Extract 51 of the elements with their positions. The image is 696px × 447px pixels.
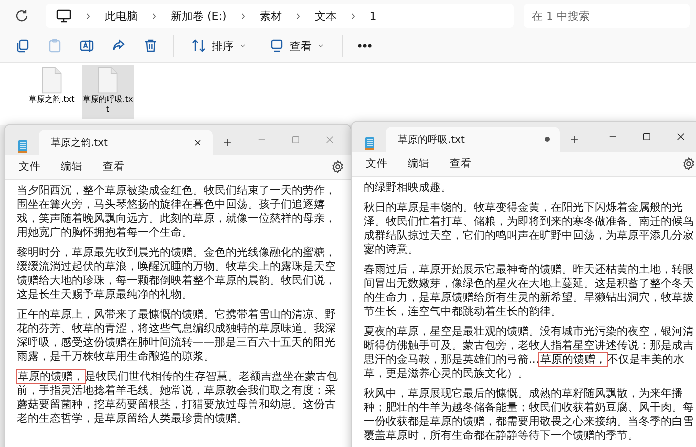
menu-item[interactable]: 编辑 — [400, 154, 438, 174]
document-icon — [97, 67, 119, 94]
refresh-icon — [14, 8, 30, 24]
paragraph-text: 当夕阳西沉，整个草原被染成金红色。牧民们结束了一天的劳作，围坐在篝火旁，马头琴悠扬的旋律在暮色中回荡。孩子们追逐嬉戏，笑声随着晚风飘向远方。此刻的草原，就像一位慈祥的母亲，用她宽广的胸怀拥抱着每一个生命。 — [17, 184, 337, 240]
text-editor-area[interactable] — [352, 177, 696, 447]
menu-item[interactable]: 文件 — [358, 154, 396, 174]
breadcrumb-item[interactable]: 新加卷 (E:) — [171, 8, 227, 24]
document-tab[interactable]: 草原的呼吸.txt — [386, 127, 560, 152]
file-item[interactable]: 草原的呼吸.txt — [82, 65, 134, 119]
address-bar[interactable]: 此电脑 新加卷 (E:) 素材 文本 1 — [46, 4, 514, 28]
close-icon — [676, 132, 686, 142]
paragraph-text: 草原的馈赠，是牧民们世代相传的生存智慧。老额吉盘坐在蒙古包前，手指灵活地捻着羊毛线。她常说，草原教会我们取之有度：采蘑菇要留菌种，挖草药要留根茎，打猎要放过母兽和幼崽。这份古老的生态哲学，是草原留给人类最珍贵的馈赠。 — [17, 370, 339, 426]
settings-icon — [682, 157, 696, 171]
search-field[interactable]: 在 1 中搜索 — [524, 4, 690, 28]
file-item[interactable]: 草原之韵.txt — [26, 65, 78, 119]
paragraph-text: 秋日的草原是丰饶的。牧草变得金黄，在阳光下闪烁着金属般的光泽。牧民们忙着打草、储粮，为即将到来的寒冬做准备。南迁的候鸟成群结队掠过天空，它们的鸣叫声在旷野中回荡，为草原平添几分寂寥的诗意。 — [364, 201, 694, 257]
breadcrumb-item[interactable]: 素材 — [260, 8, 282, 24]
plus-icon — [568, 134, 580, 145]
search-highlight: 草原的馈赠， — [17, 370, 85, 383]
breadcrumb-item[interactable]: 1 — [370, 10, 377, 22]
rename-icon — [79, 38, 95, 54]
maximize-icon — [291, 135, 301, 145]
paragraph-text: 黎明时分，草原最先收到晨光的馈赠。金色的光线像融化的蜜糖，缓缓流淌过起伏的草浪，唤醒沉睡的万物。牧草尖上的露珠是天空馈赠给大地的珍珠，每一颗都倒映着整个草原的晨韵。牧民们说，这是长生天赐予草原最纯净的礼物。 — [17, 246, 337, 302]
settings-button[interactable] — [682, 157, 696, 171]
paragraph-text: 正午的草原上，风带来了最慷慨的馈赠。它携带着雪山的清凉、野花的芬芳、牧草的青涩，将这些气息编织成独特的草原味道。我深深呼吸，感受这份馈赠在肺叶间流转——那是三百六十五天的阳光雨露，是千万株牧草用生命酿造的琼浆。 — [17, 308, 337, 364]
view-menu-button[interactable]: 查看 — [261, 34, 333, 58]
menu-item[interactable]: 查看 — [442, 154, 480, 174]
breadcrumb-item[interactable]: 文本 — [314, 8, 337, 24]
trash-icon — [143, 38, 159, 54]
computer-icon — [56, 8, 72, 24]
paragraph-text: 的绿野相映成趣。 — [364, 181, 453, 195]
chevron-icon — [150, 12, 159, 20]
maximize-icon — [642, 132, 652, 142]
close-icon — [325, 135, 335, 145]
chevron-icon — [84, 12, 93, 20]
document-icon — [41, 67, 63, 94]
breadcrumb-item[interactable]: 此电脑 — [105, 8, 138, 24]
close-icon — [193, 138, 203, 148]
paragraph-text: 秋风中，草原展现它最后的慷慨。成熟的草籽随风飘散，为来年播种；肥壮的牛羊为越冬储备能量；牧民们收获着奶豆腐、风干肉。每一份收获都是草原的馈赠，都需要用敬畏之心来接纳。当冬季的白雪覆盖草原时，所有生命都在静静等待下一个馈赠的季节。 — [364, 387, 694, 443]
copy-icon — [15, 38, 31, 54]
sort-menu-button[interactable]: 排序 — [183, 34, 255, 58]
settings-icon — [331, 160, 345, 174]
plus-icon — [222, 137, 232, 148]
monitor-icon — [269, 38, 285, 54]
sort-icon — [191, 38, 207, 54]
caret-icon — [239, 42, 247, 50]
clipboard-icon — [47, 38, 63, 54]
paragraph-text: 春雨过后，草原开始展示它最神奇的馈赠。昨天还枯黄的土地，转眼间冒出无数嫩芽，像绿色的星火在大地上蔓延。这是积蓄了整个冬天的生命力，是草原馈赠给所有生灵的新希望。旱獭钻出洞穴，牧草拔节生长，连空气中都跳动着生长的韵律。 — [364, 263, 694, 319]
paragraph-text: 夏夜的草原，星空是最壮观的馈赠。没有城市光污染的夜空，银河清晰得仿佛触手可及。蒙古包旁，老牧人指着星空讲述传说：那是成吉思汗的金马鞍，那是英雄们的弓箭...草原的馈赠，不仅是丰美的水草，更是滋养心灵的民族文化）。 — [364, 325, 694, 381]
caret-icon — [317, 42, 325, 50]
search-highlight: 草原的馈赠， — [539, 353, 608, 366]
